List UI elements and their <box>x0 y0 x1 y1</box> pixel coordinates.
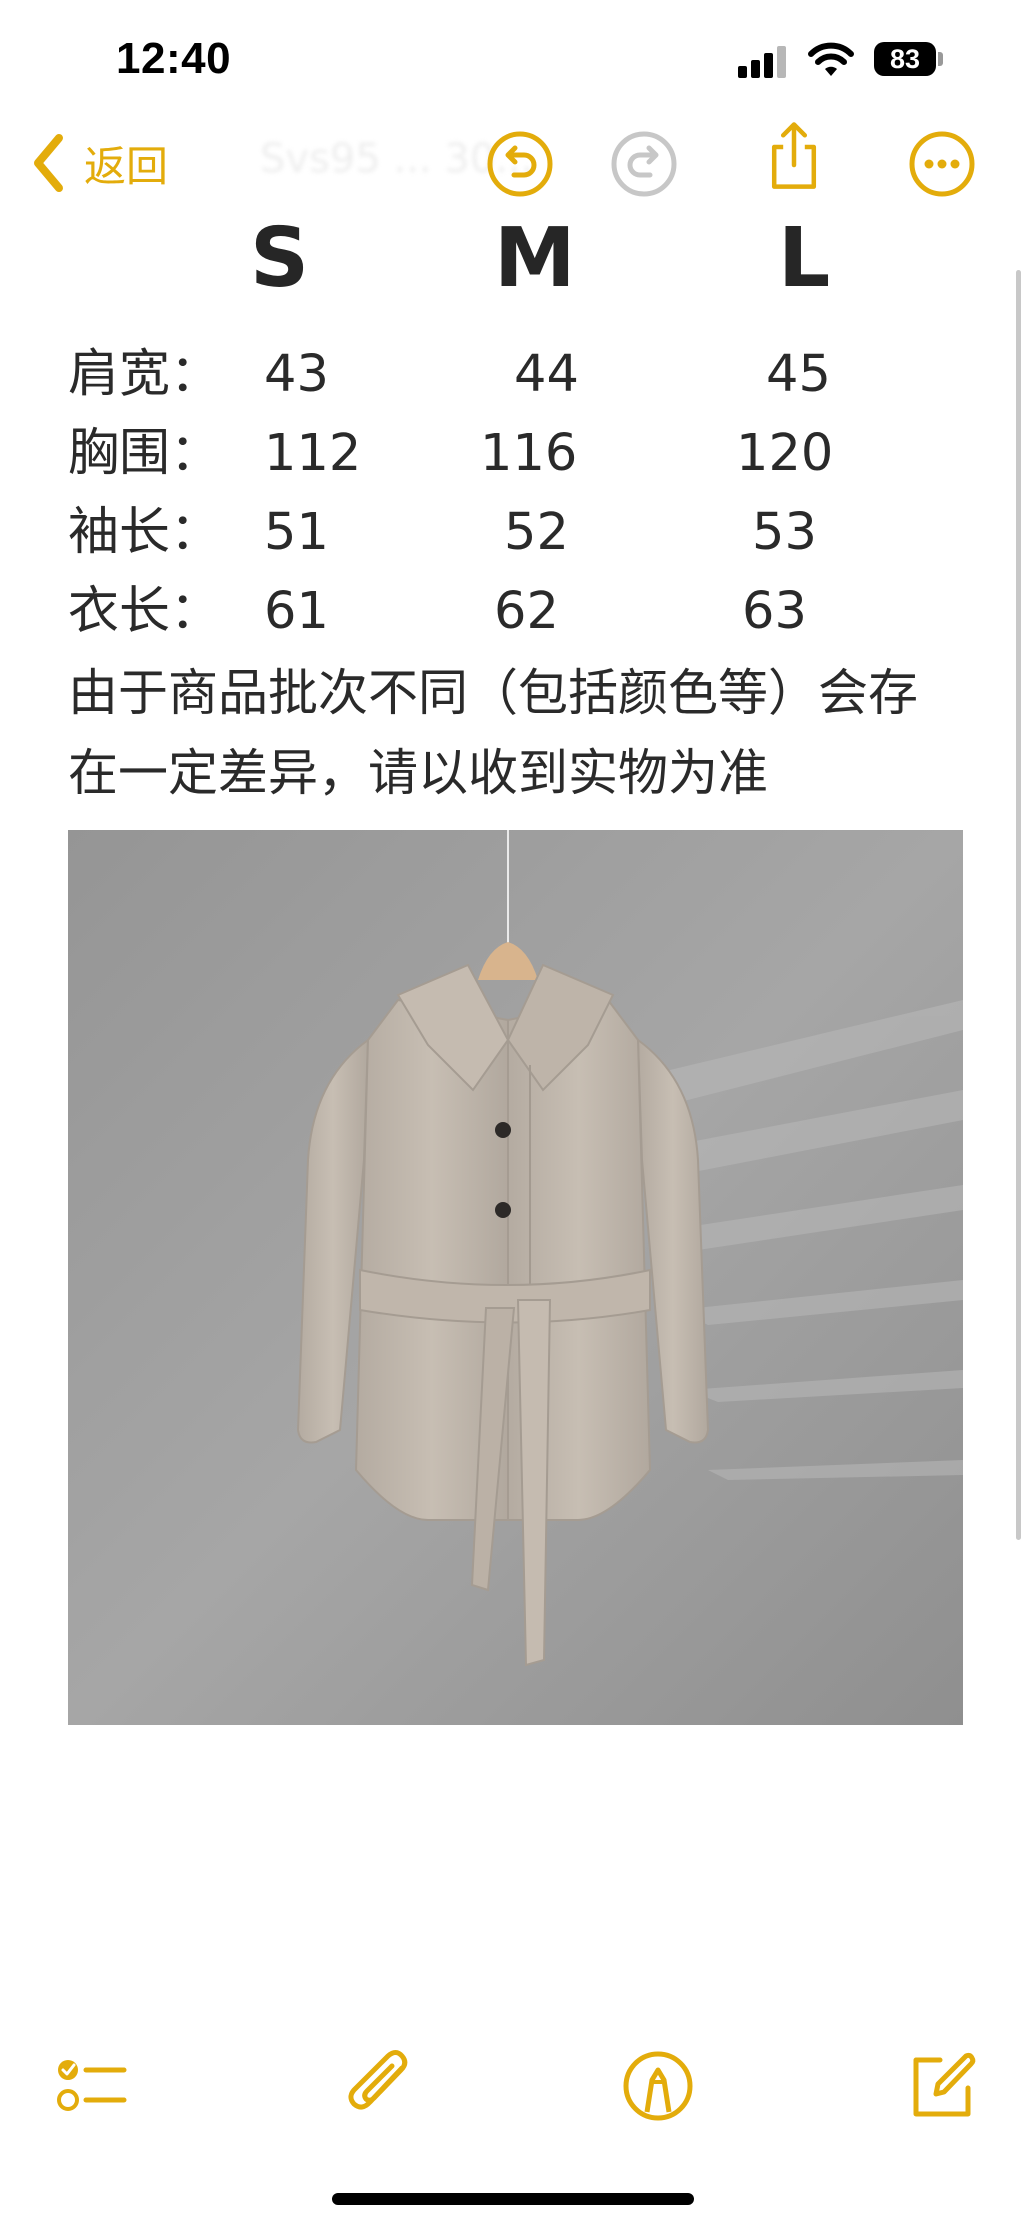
disclaimer-line-1: 由于商品批次不同（包括颜色等）会存 <box>68 664 918 722</box>
size-header-m: M <box>494 211 576 306</box>
size-header-l: L <box>778 211 831 306</box>
compose-icon[interactable] <box>904 2048 980 2124</box>
size-header-s: S <box>250 211 310 306</box>
table-cell: 51 <box>264 503 329 562</box>
markup-pen-icon[interactable] <box>620 2048 696 2124</box>
row-label-length: 衣长： <box>68 582 222 641</box>
status-time: 12:40 <box>116 34 232 83</box>
table-cell: 43 <box>264 345 329 404</box>
table-cell: 53 <box>752 503 817 562</box>
share-icon[interactable] <box>758 120 830 192</box>
back-button[interactable]: 返回 <box>30 128 168 198</box>
row-label-chest: 胸围： <box>68 424 222 483</box>
battery-cap <box>938 52 943 66</box>
table-cell: 44 <box>514 345 579 404</box>
table-cell: 112 <box>264 424 362 483</box>
coat-photo[interactable] <box>68 830 963 1725</box>
paperclip-icon[interactable] <box>344 2048 420 2124</box>
chevron-left-icon <box>34 134 63 192</box>
table-cell: 116 <box>480 424 578 483</box>
row-label-sleeve: 袖长： <box>68 503 222 562</box>
redo-icon[interactable] <box>608 128 680 200</box>
table-cell: 61 <box>264 582 329 641</box>
row-label-shoulder: 肩宽： <box>68 345 222 404</box>
table-cell: 120 <box>736 424 834 483</box>
back-label: 返回 <box>84 141 169 191</box>
scroll-indicator[interactable] <box>1016 270 1021 1540</box>
table-cell: 45 <box>766 345 831 404</box>
more-icon[interactable] <box>906 128 978 200</box>
checklist-icon[interactable] <box>54 2048 130 2124</box>
table-cell: 63 <box>742 582 807 641</box>
battery-level: 83 <box>874 42 936 76</box>
coat-illustration <box>68 830 963 1725</box>
home-indicator[interactable] <box>332 2193 694 2205</box>
wifi-icon <box>808 42 854 76</box>
table-cell: 62 <box>494 582 559 641</box>
cellular-signal-icon <box>738 46 788 78</box>
table-cell: 52 <box>504 503 569 562</box>
disclaimer-line-2: 在一定差异，请以收到实物为准 <box>68 744 768 802</box>
undo-icon[interactable] <box>484 128 556 200</box>
